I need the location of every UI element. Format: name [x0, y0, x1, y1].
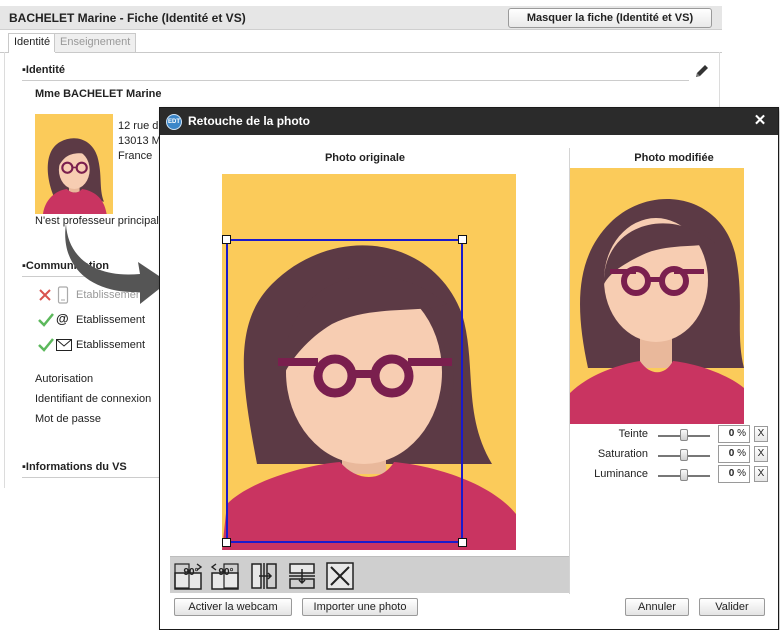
saturation-value: 0: [728, 448, 735, 459]
saturation-slider-thumb[interactable]: [680, 449, 688, 461]
person-name: Mme BACHELET Marine: [35, 88, 162, 100]
communication-label: Etablissement: [76, 339, 146, 351]
hide-sheet-button[interactable]: Masquer la fiche (Identité et VS): [508, 8, 712, 28]
identity-section-title: ▪Identité: [22, 64, 66, 76]
import-photo-button[interactable]: Importer une photo: [302, 598, 418, 616]
rotate-clockwise-icon[interactable]: 90°: [173, 561, 203, 591]
hue-reset-button[interactable]: X: [754, 426, 768, 442]
saturation-value-input[interactable]: 0 %: [718, 445, 750, 463]
hue-label: Teinte: [618, 428, 648, 440]
communication-label: Etablissement: [76, 314, 146, 326]
crop-handle-top-left[interactable]: [222, 235, 231, 244]
password-label: Mot de passe: [35, 413, 102, 425]
identity-section-rule: [22, 80, 689, 81]
rotate-ccw-label: 90°: [218, 567, 233, 578]
modified-photo: [570, 168, 744, 424]
cross-icon[interactable]: [38, 288, 52, 302]
hue-value: 0: [728, 428, 735, 439]
authorization-label: Autorisation: [35, 373, 94, 385]
crop-handle-bottom-right[interactable]: [458, 538, 467, 547]
address-line-2: 13013 M: [118, 135, 161, 147]
hue-value-input[interactable]: 0 %: [718, 425, 750, 443]
activate-webcam-button[interactable]: Activer la webcam: [174, 598, 292, 616]
hue-slider-thumb[interactable]: [680, 429, 688, 441]
luminance-value: 0: [728, 468, 735, 479]
vs-section-label: Informations du VS: [25, 461, 127, 473]
identity-section-label: Identité: [25, 64, 66, 76]
flip-horizontal-icon[interactable]: [249, 561, 279, 591]
original-photo-title: Photo originale: [324, 152, 406, 164]
photo-edit-dialog: EDT Retouche de la photo ✕ Photo origina…: [159, 107, 779, 630]
sheet-header: BACHELET Marine - Fiche (Identité et VS)…: [0, 6, 722, 30]
crop-handle-top-right[interactable]: [458, 235, 467, 244]
tab-enseignement[interactable]: Enseignement: [54, 33, 137, 52]
saturation-unit: %: [737, 448, 746, 459]
pencil-icon[interactable]: [694, 63, 710, 79]
rotate-cw-label: 90°: [183, 567, 198, 578]
sheet-title: BACHELET Marine - Fiche (Identité et VS): [9, 11, 246, 25]
luminance-slider-thumb[interactable]: [680, 469, 688, 481]
saturation-reset-button[interactable]: X: [754, 446, 768, 462]
dialog-title: Retouche de la photo: [188, 114, 311, 128]
cancel-button[interactable]: Annuler: [625, 598, 689, 616]
flip-vertical-icon[interactable]: [287, 561, 317, 591]
tab-identite[interactable]: Identité: [8, 33, 57, 53]
address-line-1: 12 rue d: [118, 120, 159, 132]
dialog-titlebar: EDT Retouche de la photo ✕: [160, 108, 778, 135]
envelope-icon: [56, 339, 72, 351]
photo-toolbar: 90° 90°: [170, 556, 569, 593]
app-logo-icon: EDT: [166, 114, 182, 130]
login-id-label: Identifiant de connexion: [35, 393, 152, 405]
luminance-reset-button[interactable]: X: [754, 466, 768, 482]
crop-selection[interactable]: [222, 235, 467, 547]
checkmark-icon[interactable]: [38, 338, 54, 352]
checkmark-icon[interactable]: [38, 313, 54, 327]
modified-photo-title: Photo modifiée: [634, 152, 714, 164]
validate-button[interactable]: Valider: [699, 598, 765, 616]
luminance-value-input[interactable]: 0 %: [718, 465, 750, 483]
close-icon[interactable]: ✕: [752, 113, 768, 129]
rotate-counterclockwise-icon[interactable]: 90°: [210, 561, 240, 591]
luminance-unit: %: [737, 468, 746, 479]
address-line-3: France: [118, 150, 153, 162]
crop-handle-bottom-left[interactable]: [222, 538, 231, 547]
saturation-label: Saturation: [597, 448, 648, 460]
vs-section-title: ▪Informations du VS: [22, 461, 127, 473]
delete-photo-icon[interactable]: [325, 561, 355, 591]
hue-unit: %: [737, 428, 746, 439]
avatar: [35, 114, 113, 214]
luminance-label: Luminance: [594, 468, 648, 480]
at-icon: @: [56, 311, 69, 326]
